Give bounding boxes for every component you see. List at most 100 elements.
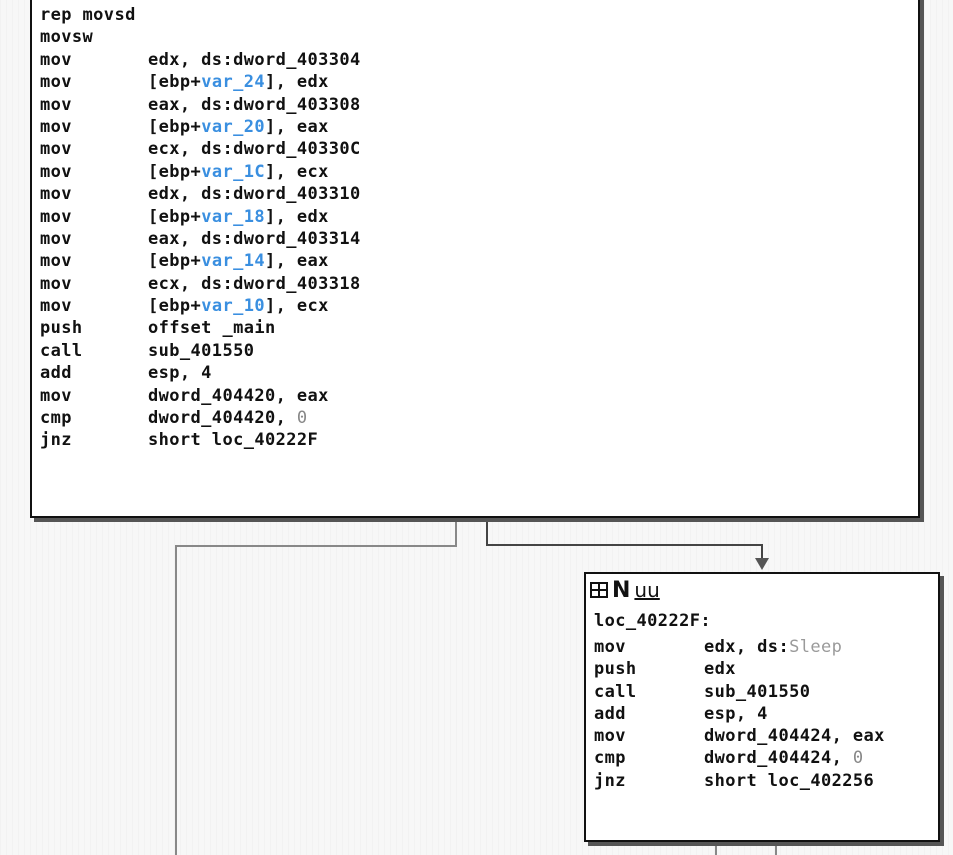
instruction-row[interactable]: jnz short loc_402256 — [594, 770, 938, 792]
operand-prefix: [ebp+ — [148, 251, 202, 272]
mnemonic: push — [40, 318, 83, 339]
local-variable[interactable]: var_14 — [201, 251, 265, 271]
instruction-row[interactable]: mov edx, ds:dword_403304 — [40, 49, 918, 71]
instruction-row[interactable]: add esp, 4 — [40, 362, 918, 384]
mnemonic: mov — [40, 49, 72, 70]
operand-prefix: dword_404424, — [704, 748, 853, 769]
mnemonic: mov — [594, 726, 626, 747]
local-variable[interactable]: var_1C — [201, 162, 265, 182]
mnemonic: mov — [40, 139, 72, 160]
operand: edx — [704, 659, 736, 680]
instruction-row[interactable]: mov [ebp+var_18], edx — [40, 206, 918, 228]
instruction-row[interactable]: call sub_401550 — [40, 340, 918, 362]
instruction-row[interactable]: call sub_401550 — [594, 681, 938, 703]
instruction-list: loc_40222F: mov edx, ds:Sleep push edx call s… — [594, 611, 938, 792]
instruction-row[interactable]: mov eax, ds:dword_403314 — [40, 228, 918, 250]
mnemonic: jnz — [594, 770, 626, 791]
instruction-row[interactable]: mov [ebp+var_1C], ecx — [40, 161, 918, 183]
instruction-row[interactable]: mov [ebp+var_24], edx — [40, 71, 918, 93]
import-name[interactable]: Sleep — [789, 637, 842, 657]
instruction-row[interactable]: mov edx, ds:dword_403310 — [40, 183, 918, 205]
instruction-row[interactable]: mov [ebp+var_10], ecx — [40, 295, 918, 317]
instruction-row[interactable]: cmp dword_404420, 0 — [40, 407, 918, 429]
graph-icon[interactable] — [590, 582, 608, 598]
operand: eax, ds:dword_403314 — [148, 228, 361, 249]
instruction-row[interactable]: mov [ebp+var_20], eax — [40, 116, 918, 138]
instruction-row[interactable]: cmp dword_404424, 0 — [594, 747, 938, 769]
operand-prefix: [ebp+ — [148, 296, 202, 317]
mnemonic: push — [594, 659, 637, 680]
instruction-row[interactable]: push offset _main — [40, 317, 918, 339]
local-variable[interactable]: var_24 — [201, 72, 265, 92]
mnemonic: rep movsd — [40, 5, 136, 25]
instruction-row[interactable]: mov eax, ds:dword_403308 — [40, 94, 918, 116]
mnemonic: mov — [594, 637, 626, 657]
operand-suffix: ], eax — [265, 251, 329, 272]
mnemonic: jnz — [40, 430, 72, 451]
mnemonic: mov — [40, 273, 72, 294]
operand-prefix: dword_404420, — [148, 408, 297, 429]
operand: short loc_40222F — [148, 430, 319, 451]
operand-suffix: ], edx — [265, 72, 329, 93]
local-variable[interactable]: var_10 — [201, 296, 265, 316]
operand-suffix: ], ecx — [265, 296, 329, 317]
mnemonic: cmp — [40, 408, 72, 429]
instruction-row[interactable]: push edx — [594, 658, 938, 680]
instruction-list: rep movsd movsw mov edx, ds:dword_403304 mov… — [40, 4, 918, 452]
mnemonic: add — [594, 703, 626, 724]
operand: esp, 4 — [148, 363, 212, 384]
operand: eax, ds:dword_403308 — [148, 94, 361, 115]
edge-false-branch-vertical — [175, 545, 177, 855]
mnemonic: call — [594, 681, 637, 702]
basic-block-main[interactable]: rep movsd movsw mov edx, ds:dword_403304 mov… — [30, 0, 920, 518]
operand-suffix: ], edx — [265, 206, 329, 227]
instruction-row[interactable]: mov edx, ds:Sleep — [594, 636, 938, 658]
n-icon[interactable]: N — [612, 578, 630, 603]
immediate-value: 0 — [852, 748, 864, 769]
operand: edx, ds:dword_403304 — [148, 49, 361, 70]
instruction-row[interactable]: mov ecx, ds:dword_403318 — [40, 273, 918, 295]
operand: dword_404424, eax — [704, 726, 885, 747]
operand: offset _main — [148, 318, 276, 339]
operand: ecx, ds:dword_40330C — [148, 139, 361, 160]
instruction-row[interactable]: rep movsd — [40, 4, 918, 26]
operand-suffix: ], ecx — [265, 161, 329, 182]
block-label[interactable]: loc_40222F: — [594, 610, 711, 632]
mnemonic: mov — [40, 251, 72, 272]
edge-main-out-left — [455, 514, 457, 547]
mnemonic: mov — [40, 184, 72, 205]
instruction-row[interactable]: mov ecx, ds:dword_40330C — [40, 138, 918, 160]
edge-main-out-right — [486, 514, 488, 546]
local-variable[interactable]: var_20 — [201, 117, 265, 137]
operand-prefix: [ebp+ — [148, 116, 202, 137]
operand: ecx, ds:dword_403318 — [148, 273, 361, 294]
operand: sub_401550 — [704, 681, 811, 702]
u-icon[interactable]: uu — [634, 578, 659, 602]
edge-false-branch-horizontal — [175, 545, 455, 547]
block-header: N uu — [590, 578, 934, 603]
mnemonic: mov — [40, 72, 72, 93]
mnemonic: mov — [40, 228, 72, 249]
instruction-row[interactable]: mov [ebp+var_14], eax — [40, 250, 918, 272]
instruction-row[interactable]: mov dword_404420, eax — [40, 385, 918, 407]
instruction-row[interactable]: jnz short loc_40222F — [40, 429, 918, 451]
basic-block-loc-40222f[interactable]: N uu loc_40222F: mov edx, ds:Sleep push edx… — [584, 572, 940, 842]
mnemonic: call — [40, 340, 83, 361]
mnemonic: mov — [40, 296, 72, 317]
mnemonic: mov — [40, 206, 72, 227]
instruction-row[interactable]: add esp, 4 — [594, 703, 938, 725]
operand: dword_404420, eax — [148, 385, 329, 406]
local-variable[interactable]: var_18 — [201, 207, 265, 227]
edge-arrow-icon — [755, 558, 769, 570]
operand-suffix: ], eax — [265, 116, 329, 137]
mnemonic: cmp — [594, 748, 626, 769]
instruction-row[interactable]: movsw — [40, 26, 918, 48]
edge-true-branch-horizontal — [486, 544, 763, 546]
operand: esp, 4 — [704, 703, 768, 724]
instruction-row[interactable]: mov dword_404424, eax — [594, 725, 938, 747]
immediate-value: 0 — [296, 408, 308, 429]
operand-prefix: edx, ds: — [704, 637, 790, 657]
mnemonic: mov — [40, 116, 72, 137]
operand-prefix: [ebp+ — [148, 206, 202, 227]
operand: short loc_402256 — [704, 770, 875, 791]
